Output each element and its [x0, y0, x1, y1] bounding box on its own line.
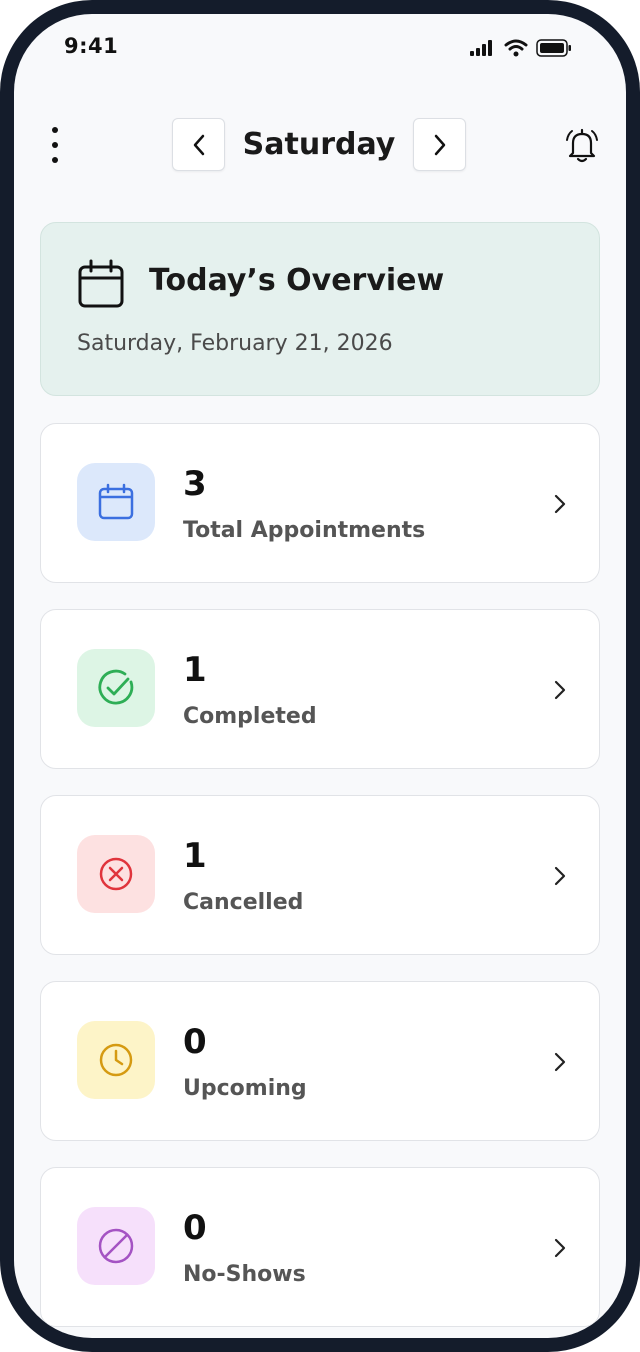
current-day-label: Saturday	[242, 127, 396, 162]
todays-overview-card: Today’s Overview Saturday, February 21, …	[40, 222, 600, 396]
stat-card-upcoming[interactable]: 0 Upcoming	[40, 981, 600, 1141]
stat-card-no-shows[interactable]: 0 No-Shows	[40, 1167, 600, 1327]
overview-date: Saturday, February 21, 2026	[77, 331, 393, 356]
stat-icon-box	[77, 649, 155, 727]
overview-title: Today’s Overview	[149, 263, 445, 298]
stat-count: 3	[183, 464, 207, 504]
clock-icon	[99, 1043, 133, 1077]
stat-card-total-appointments[interactable]: 3 Total Appointments	[40, 423, 600, 583]
stat-icon-box	[77, 1021, 155, 1099]
stat-card-completed[interactable]: 1 Completed	[40, 609, 600, 769]
menu-dot	[52, 142, 58, 148]
menu-dot	[52, 157, 58, 163]
stat-card-cancelled[interactable]: 1 Cancelled	[40, 795, 600, 955]
app-screen: 9:41 Saturday Today’s Overview Saturday,…	[14, 14, 626, 1338]
stat-label: No-Shows	[183, 1262, 306, 1287]
check-circle-icon	[98, 669, 134, 705]
chevron-right-icon	[554, 494, 566, 514]
chevron-right-icon	[434, 134, 445, 155]
stat-count: 0	[183, 1022, 207, 1062]
chevron-right-icon	[554, 866, 566, 886]
bell-icon	[566, 128, 598, 163]
stat-label: Total Appointments	[183, 518, 426, 543]
stat-label: Upcoming	[183, 1076, 307, 1101]
stat-icon-box	[77, 835, 155, 913]
more-menu-button[interactable]	[44, 127, 66, 163]
stat-label: Completed	[183, 704, 317, 729]
chevron-left-icon	[193, 134, 204, 155]
calendar-icon	[78, 259, 124, 308]
notifications-button[interactable]	[562, 126, 602, 166]
menu-dot	[52, 127, 58, 133]
status-icons	[470, 39, 572, 57]
chevron-right-icon	[554, 680, 566, 700]
wifi-icon	[504, 39, 528, 57]
phone-frame: 9:41 Saturday Today’s Overview Saturday,…	[0, 0, 640, 1352]
stat-count: 0	[183, 1208, 207, 1248]
chevron-right-icon	[554, 1052, 566, 1072]
calendar-icon	[98, 483, 134, 520]
status-time: 9:41	[64, 34, 119, 58]
ban-icon	[98, 1228, 134, 1264]
stat-icon-box	[77, 1207, 155, 1285]
stat-count: 1	[183, 836, 207, 876]
stat-count: 1	[183, 650, 207, 690]
chevron-right-icon	[554, 1238, 566, 1258]
x-circle-icon	[99, 857, 133, 891]
stat-label: Cancelled	[183, 890, 304, 915]
signal-icon	[470, 40, 492, 56]
battery-icon	[536, 39, 571, 57]
next-day-button[interactable]	[413, 118, 466, 171]
stat-icon-box	[77, 463, 155, 541]
previous-day-button[interactable]	[172, 118, 225, 171]
